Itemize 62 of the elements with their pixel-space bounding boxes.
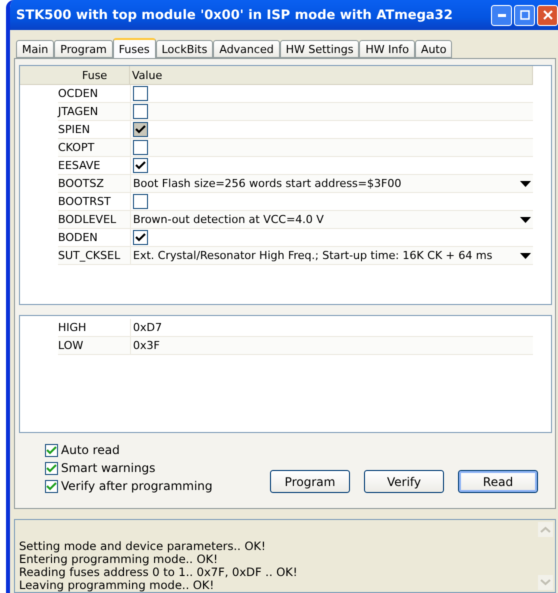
dropdown-arrow-icon[interactable] xyxy=(520,180,531,186)
maximize-button[interactable] xyxy=(514,4,535,26)
tab[interactable]: LockBits xyxy=(156,40,214,58)
log-line: Leaving programming mode.. OK! xyxy=(19,579,216,592)
tab[interactable]: HW Settings xyxy=(280,40,360,58)
checkbox[interactable] xyxy=(133,158,148,173)
log-line: Reading fuses address 0 to 1.. 0x7F, 0xDF .. OK! xyxy=(19,566,298,579)
fuse-name: EESAVE xyxy=(58,159,102,172)
checkbox-label: Auto read xyxy=(61,443,120,457)
checkbox[interactable] xyxy=(45,480,58,492)
checkbox[interactable] xyxy=(133,104,148,119)
action-button[interactable]: Verify xyxy=(364,470,444,493)
check-icon xyxy=(135,161,146,170)
maximize-icon xyxy=(520,10,530,20)
checkbox[interactable] xyxy=(133,86,148,101)
fuse-byte-value: 0x3F xyxy=(133,339,160,352)
checkbox[interactable] xyxy=(45,462,58,474)
window-title: STK500 with top module '0x00' in ISP mode with ATmega32 xyxy=(16,8,453,22)
fuse-name: BOOTRST xyxy=(58,195,112,208)
fuse-name: SUT_CKSEL xyxy=(58,249,122,262)
close-icon xyxy=(542,10,552,20)
minimize-icon xyxy=(498,14,506,16)
dropdown[interactable]: Boot Flash size=256 words start address=$3F00 xyxy=(133,177,533,190)
checkbox[interactable] xyxy=(45,444,58,456)
tab[interactable]: Fuses xyxy=(112,38,156,58)
minimize-button[interactable] xyxy=(491,4,512,26)
fuse-name: JTAGEN xyxy=(58,105,100,118)
checkbox[interactable] xyxy=(133,230,148,245)
log-line: Entering programming mode.. OK! xyxy=(19,553,218,566)
fuse-byte-value: 0xD7 xyxy=(133,321,162,334)
dropdown[interactable]: Ext. Crystal/Resonator High Freq.; Start-up time: 16K CK + 64 ms xyxy=(133,249,533,262)
fuse-name: CKOPT xyxy=(58,141,96,154)
fuse-name: SPIEN xyxy=(58,123,92,136)
log-line: Setting mode and device parameters.. OK! xyxy=(19,540,267,553)
checkbox-label: Verify after programming xyxy=(61,479,213,493)
tab[interactable]: Advanced xyxy=(213,40,280,58)
tab[interactable]: Auto xyxy=(414,40,452,58)
close-button[interactable] xyxy=(537,4,558,26)
column-header: Fuse xyxy=(20,66,130,84)
fuse-name: OCDEN xyxy=(58,87,99,100)
dropdown-arrow-icon[interactable] xyxy=(520,216,531,222)
check-icon xyxy=(135,125,146,134)
check-icon xyxy=(46,482,57,490)
dropdown-arrow-icon[interactable] xyxy=(520,252,531,258)
column-header: Value xyxy=(130,66,533,84)
dropdown[interactable]: Brown-out detection at VCC=4.0 V xyxy=(133,213,533,226)
fuse-byte-name: LOW xyxy=(58,339,84,352)
action-button[interactable]: Program xyxy=(270,470,350,493)
fuse-name: BODEN xyxy=(58,231,99,244)
check-icon xyxy=(135,233,146,242)
fuse-name: BODLEVEL xyxy=(58,213,118,226)
checkbox[interactable] xyxy=(133,140,148,155)
tab[interactable]: HW Info xyxy=(359,40,415,58)
fuse-name: BOOTSZ xyxy=(58,177,105,190)
checkbox-label: Smart warnings xyxy=(61,461,156,475)
tab[interactable]: Main xyxy=(16,40,54,58)
tab[interactable]: Program xyxy=(54,40,113,58)
check-icon xyxy=(46,446,57,454)
check-icon xyxy=(46,464,57,472)
checkbox[interactable] xyxy=(133,194,148,209)
action-button[interactable]: Read xyxy=(458,470,538,493)
fuse-byte-name: HIGH xyxy=(58,321,88,334)
